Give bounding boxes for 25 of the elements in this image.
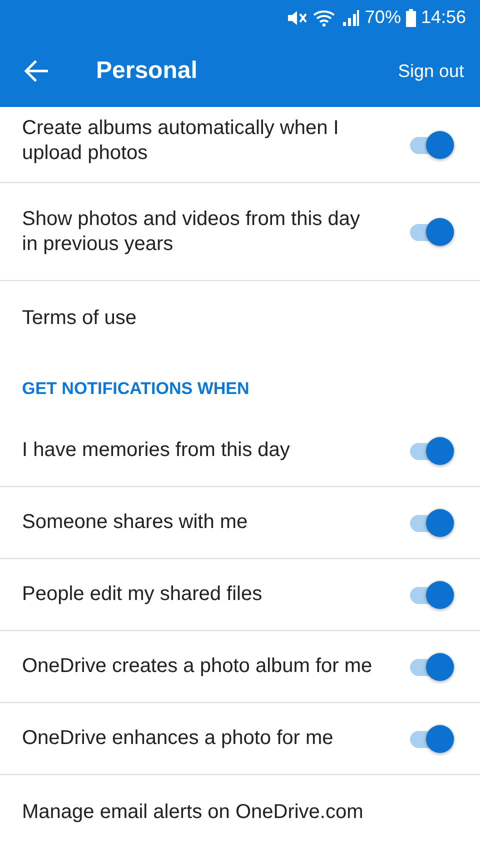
setting-link[interactable]: Manage email alerts on OneDrive.com (22, 800, 458, 824)
toggle-switch[interactable] (408, 724, 454, 754)
toggle-switch[interactable] (408, 580, 454, 610)
signal-icon (342, 8, 360, 26)
toggle-switch[interactable] (408, 652, 454, 682)
setting-label: OneDrive creates a photo album for me (22, 654, 374, 679)
section-header: GET NOTIFICATIONS WHEN (22, 379, 250, 399)
setting-label: Someone shares with me (22, 510, 249, 535)
battery-level: 70% (364, 7, 401, 28)
toggle-switch[interactable] (408, 216, 454, 246)
page-title: Personal (96, 57, 198, 85)
setting-label: People edit my shared files (22, 582, 264, 607)
setting-label: Create albums automatically when I upload photos (22, 116, 340, 166)
battery-icon (406, 8, 416, 26)
wifi-icon (312, 8, 337, 26)
setting-label: OneDrive enhances a photo for me (22, 726, 334, 751)
mute-icon (286, 8, 308, 26)
toggle-switch[interactable] (408, 508, 454, 538)
setting-label: I have memories from this day (22, 438, 291, 463)
setting-link[interactable]: Terms of use (22, 306, 458, 330)
toggle-switch[interactable] (408, 436, 454, 466)
sign-out-button[interactable]: Sign out (398, 56, 464, 86)
clock: 14:56 (420, 7, 466, 28)
setting-label: Show photos and videos from this day in previous years (22, 206, 361, 256)
toggle-switch[interactable] (408, 130, 454, 160)
